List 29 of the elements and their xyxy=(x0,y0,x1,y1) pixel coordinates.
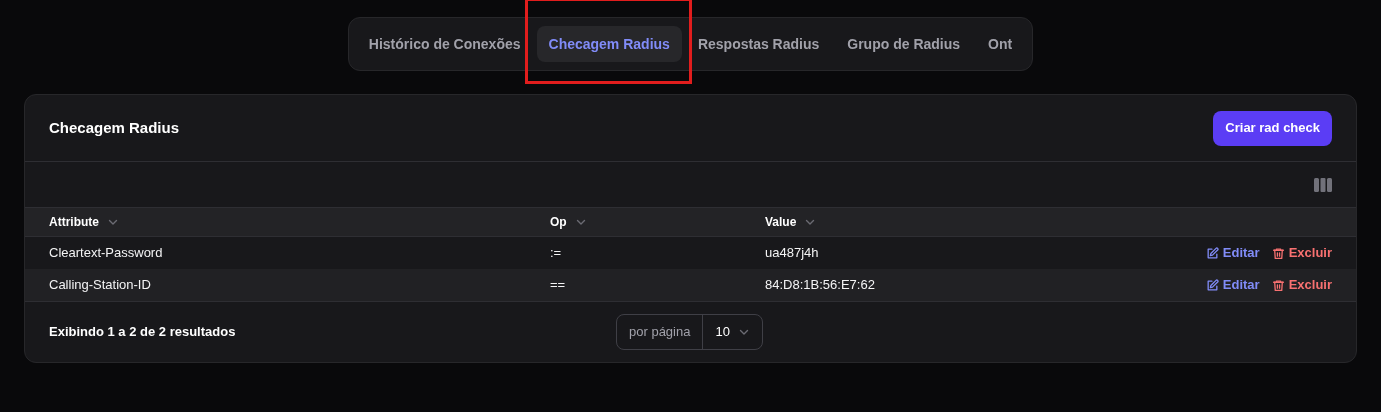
table-cell-text: 84:D8:1B:56:E7:62 xyxy=(765,276,876,295)
tab[interactable]: Histórico de Conexões xyxy=(356,26,533,62)
results-summary: Exibindo 1 a 2 de 2 resultados xyxy=(49,323,237,342)
table-cell-text: Calling-Station-ID xyxy=(49,276,152,295)
trash-icon xyxy=(1271,246,1285,260)
tab[interactable]: Checagem Radius xyxy=(536,26,682,62)
column-header[interactable]: Value xyxy=(765,213,797,231)
per-page-select[interactable]: por página 10 xyxy=(616,314,763,350)
tab[interactable]: Ont xyxy=(976,26,1025,62)
card-title: Checagem Radius xyxy=(49,117,180,138)
column-header[interactable]: Attribute xyxy=(49,213,99,231)
tab[interactable]: Grupo de Radius xyxy=(835,26,973,62)
columns-icon[interactable] xyxy=(1314,177,1332,192)
per-page-value: 10 xyxy=(715,323,730,342)
table-cell-text: ua487j4h xyxy=(765,244,820,263)
delete-button[interactable]: Excluir xyxy=(1271,243,1332,263)
edit-icon xyxy=(1205,246,1219,260)
table-cell-text: := xyxy=(550,244,563,263)
trash-icon xyxy=(1271,278,1285,292)
delete-button[interactable]: Excluir xyxy=(1271,275,1332,295)
edit-button[interactable]: Editar xyxy=(1205,243,1260,263)
table-cell-text: == xyxy=(550,276,567,295)
edit-icon xyxy=(1205,278,1219,292)
table-cell-text: Cleartext-Password xyxy=(49,244,164,263)
edit-button[interactable]: Editar xyxy=(1205,275,1260,295)
column-header[interactable]: Op xyxy=(550,213,567,231)
per-page-label: por página xyxy=(617,315,704,349)
create-button[interactable]: Criar rad check xyxy=(1213,110,1332,146)
tab[interactable]: Respostas Radius xyxy=(685,26,832,62)
